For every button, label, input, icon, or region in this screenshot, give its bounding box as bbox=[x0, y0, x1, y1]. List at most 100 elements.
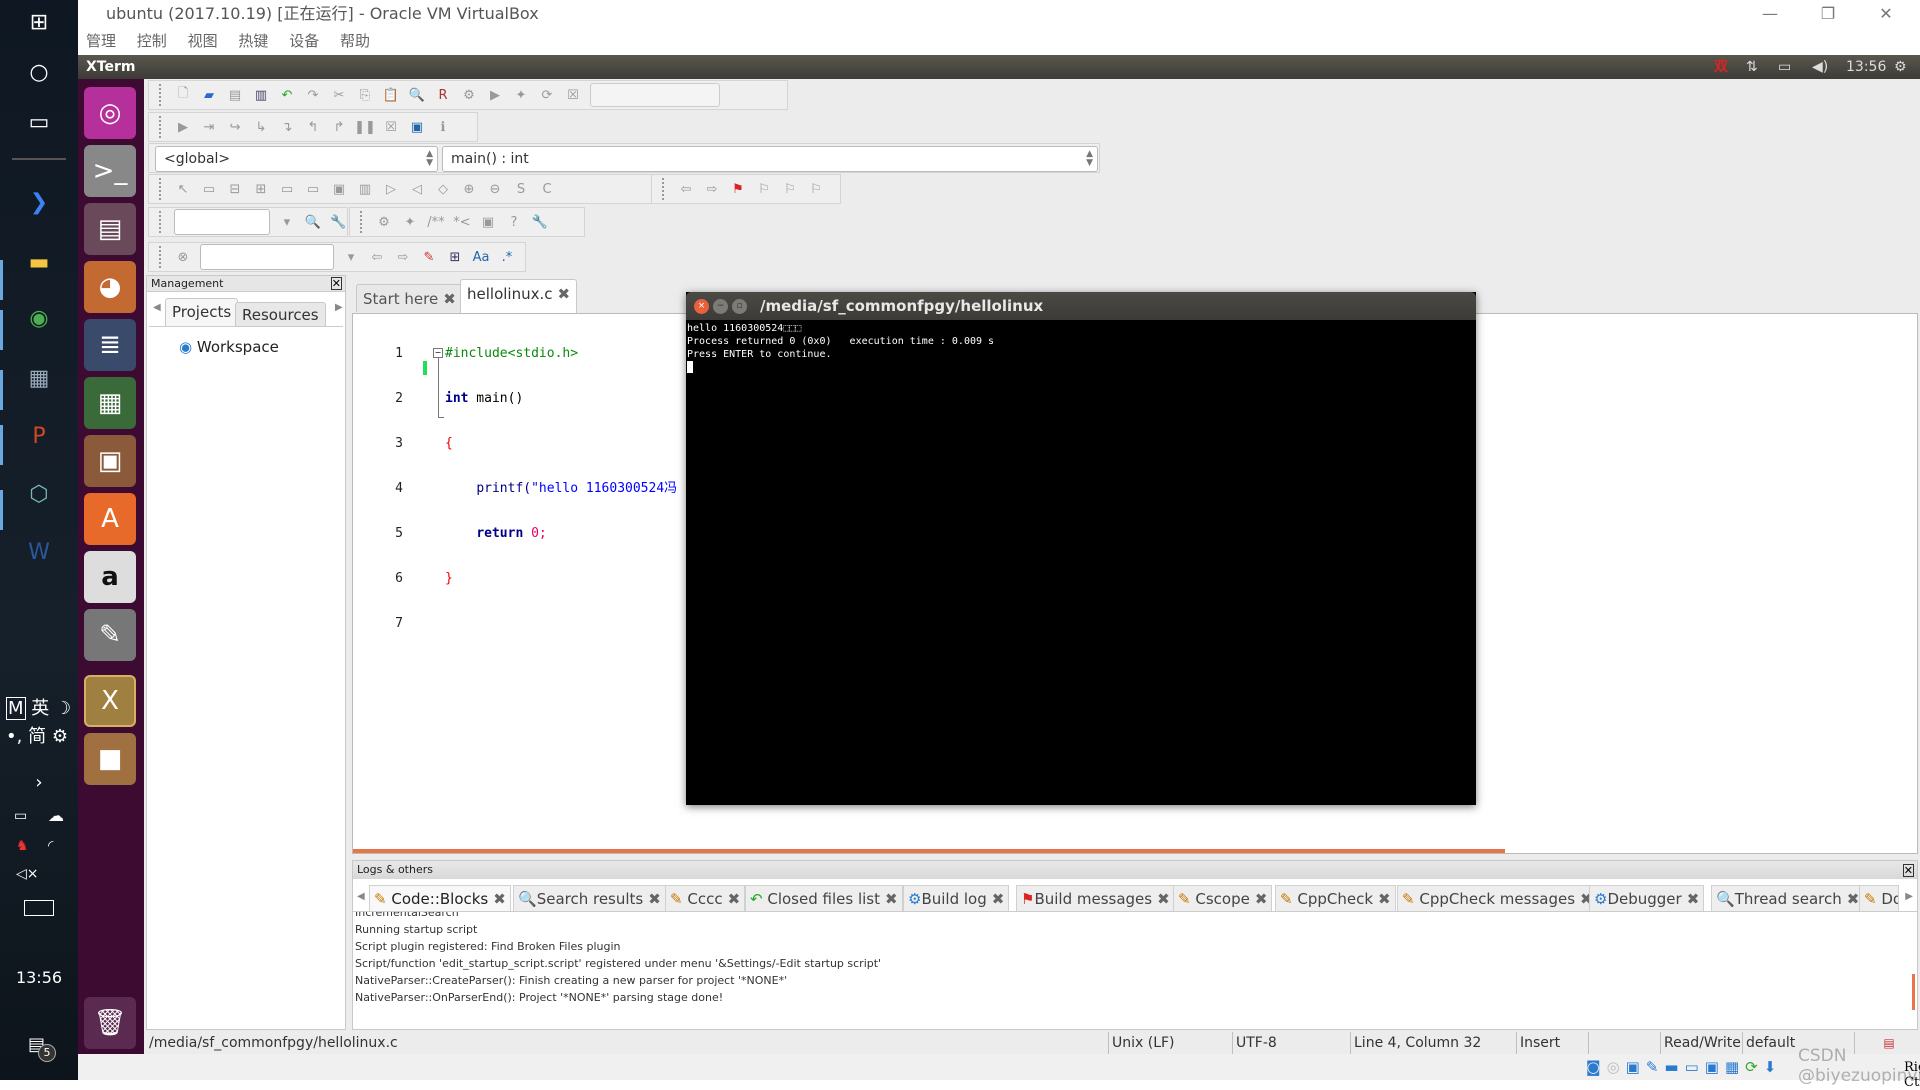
photo-app-icon[interactable]: ▦ bbox=[0, 366, 78, 391]
build-target-select[interactable] bbox=[590, 83, 720, 107]
prev-bookmark-icon[interactable]: ⚐ bbox=[755, 180, 773, 198]
match-case-icon[interactable]: Aa bbox=[472, 248, 490, 266]
clear-search-icon[interactable]: ⊗ bbox=[174, 248, 192, 266]
save-icon[interactable]: ▤ bbox=[226, 86, 244, 104]
layout2-icon[interactable]: ▭ bbox=[304, 180, 322, 198]
files-launcher-icon[interactable]: ▤ bbox=[84, 203, 136, 255]
doxy-run-icon[interactable]: ⚙ bbox=[375, 213, 393, 231]
log-tab-thread-search[interactable]: 🔍Thread search ✖ bbox=[1711, 885, 1865, 911]
replace-icon[interactable]: R bbox=[434, 86, 452, 104]
tabs-scroll-left-icon[interactable]: ◀ bbox=[153, 302, 161, 313]
show-hidden-icons-chevron[interactable]: › bbox=[0, 772, 78, 793]
close-tab-icon[interactable]: ✖ bbox=[1687, 890, 1700, 908]
ubuntu-dash-icon[interactable]: ◎ bbox=[84, 87, 136, 139]
menu-view[interactable]: 视图 bbox=[188, 32, 218, 50]
search-dropdown[interactable]: ▾ bbox=[278, 213, 296, 231]
xterm-launcher-icon[interactable]: X bbox=[84, 675, 136, 727]
log-tab-doxyblocks[interactable]: ✎ Do bbox=[1859, 885, 1899, 911]
close-tab-icon[interactable]: ✖ bbox=[558, 285, 571, 303]
guest-additions-icon[interactable]: ⟳ bbox=[1745, 1058, 1758, 1076]
session-gear-icon[interactable]: ⚙ bbox=[1894, 55, 1907, 79]
ime-settings-icon[interactable]: ⚙ bbox=[52, 726, 68, 747]
software-center-launcher-icon[interactable]: A bbox=[84, 493, 136, 545]
network-adapter-icon[interactable]: ▣ bbox=[1705, 1058, 1719, 1076]
qq-icon[interactable]: ♞ bbox=[16, 838, 29, 854]
close-tab-icon[interactable]: ✖ bbox=[885, 890, 898, 908]
windows-start-icon[interactable]: ⊞ bbox=[0, 10, 78, 35]
impress-launcher-icon[interactable]: ▣ bbox=[84, 435, 136, 487]
s-icon[interactable]: S bbox=[512, 180, 530, 198]
box-icon[interactable]: ▭ bbox=[200, 180, 218, 198]
stop-debug-icon[interactable]: ☒ bbox=[382, 118, 400, 136]
search-icon[interactable]: 🔍 bbox=[304, 213, 322, 231]
fold-toggle-icon[interactable]: − bbox=[433, 348, 443, 358]
log-tab-search-results[interactable]: 🔍Search results ✖ bbox=[513, 885, 666, 911]
terminal-minimize-button[interactable]: − bbox=[713, 299, 728, 314]
open-icon[interactable]: ▰ bbox=[200, 86, 218, 104]
close-tab-icon[interactable]: ✖ bbox=[992, 890, 1005, 908]
function-select[interactable]: main() : int ▲ ▼ bbox=[442, 146, 1098, 172]
tab-hellolinux[interactable]: hellolinux.c ✖ bbox=[460, 279, 578, 313]
split-h-icon[interactable]: ⊟ bbox=[226, 180, 244, 198]
cut-icon[interactable]: ✂ bbox=[330, 86, 348, 104]
calc-launcher-icon[interactable]: ▦ bbox=[84, 377, 136, 429]
display-icon[interactable]: ▭ bbox=[1685, 1058, 1699, 1076]
layout3-icon[interactable]: ▣ bbox=[330, 180, 348, 198]
doxy-chm-icon[interactable]: ? bbox=[505, 213, 523, 231]
step-into-icon[interactable]: ↴ bbox=[278, 118, 296, 136]
border3-icon[interactable]: ◇ bbox=[434, 180, 452, 198]
incremental-search-input[interactable] bbox=[200, 244, 334, 270]
codeblocks-launcher-icon[interactable]: ■ bbox=[84, 733, 136, 785]
toggle-bookmark-icon[interactable]: ⚑ bbox=[729, 180, 747, 198]
back-icon[interactable]: ⇦ bbox=[677, 180, 695, 198]
run-to-cursor-icon[interactable]: ⇥ bbox=[200, 118, 218, 136]
ime-moon-icon[interactable]: ☽ bbox=[55, 698, 71, 719]
doxy-html-icon[interactable]: ▣ bbox=[479, 213, 497, 231]
tabs-scroll-right-icon[interactable]: ▶ bbox=[335, 302, 343, 313]
wifi-icon[interactable]: ◜ bbox=[48, 838, 53, 854]
info-icon[interactable]: ℹ bbox=[434, 118, 452, 136]
settings-launcher-icon[interactable]: ✎ bbox=[84, 609, 136, 661]
workspace-tree-item[interactable]: ◉ Workspace bbox=[179, 338, 279, 356]
volume-muted-icon[interactable]: ◁× bbox=[16, 866, 39, 882]
undo-icon[interactable]: ↶ bbox=[278, 86, 296, 104]
chrome-icon[interactable]: ◉ bbox=[0, 306, 78, 331]
mouse-integration-icon[interactable]: ⬇ bbox=[1764, 1058, 1777, 1076]
close-tab-icon[interactable]: ✖ bbox=[1255, 890, 1268, 908]
ime-script[interactable]: 简 bbox=[28, 726, 46, 747]
management-close-icon[interactable]: ✕ bbox=[330, 277, 342, 290]
search-prev-icon[interactable]: ⇦ bbox=[368, 248, 386, 266]
next-line-icon[interactable]: ↪ bbox=[226, 118, 244, 136]
next-instruction-icon[interactable]: ↳ bbox=[252, 118, 270, 136]
word-icon[interactable]: W bbox=[0, 540, 78, 565]
pointer-icon[interactable]: ↖ bbox=[174, 180, 192, 198]
line-comment-icon[interactable]: *< bbox=[453, 213, 471, 231]
copy-icon[interactable]: ⎘ bbox=[356, 86, 374, 104]
minimize-button[interactable]: — bbox=[1742, 0, 1798, 28]
log-tab-build-log[interactable]: ⚙Build log ✖ bbox=[903, 885, 1010, 911]
c-icon[interactable]: C bbox=[538, 180, 556, 198]
log-tab-cppcheck-messages[interactable]: ✎ CppCheck messages ✖ bbox=[1397, 885, 1598, 911]
menu-help[interactable]: 帮助 bbox=[340, 32, 370, 50]
search-next-icon[interactable]: ⇨ bbox=[394, 248, 412, 266]
menu-hotkey[interactable]: 热键 bbox=[238, 32, 268, 50]
logs-close-icon[interactable]: ✕ bbox=[1902, 864, 1914, 877]
paste-icon[interactable]: 📋 bbox=[382, 86, 400, 104]
menu-control[interactable]: 控制 bbox=[137, 32, 167, 50]
selection-only-icon[interactable]: ⊞ bbox=[446, 248, 464, 266]
menu-devices[interactable]: 设备 bbox=[289, 32, 319, 50]
log-tab-cccc[interactable]: ✎ Cccc ✖ bbox=[665, 885, 746, 911]
doxy-wizard-icon[interactable]: ✦ bbox=[401, 213, 419, 231]
layout4-icon[interactable]: ▥ bbox=[356, 180, 374, 198]
zoom-out-icon[interactable]: ⊖ bbox=[486, 180, 504, 198]
log-tab-closed-files[interactable]: ↶ Closed files list ✖ bbox=[745, 885, 903, 911]
border2-icon[interactable]: ◁ bbox=[408, 180, 426, 198]
ime-punct[interactable]: •, bbox=[6, 726, 22, 747]
debug-windows-icon[interactable]: ▣ bbox=[408, 118, 426, 136]
find-icon[interactable]: 🔍 bbox=[408, 86, 426, 104]
close-tab-icon[interactable]: ✖ bbox=[728, 890, 741, 908]
hard-disk-icon[interactable]: ◙ bbox=[1586, 1058, 1601, 1076]
search-options-icon[interactable]: 🔧 bbox=[329, 213, 347, 231]
firefox-launcher-icon[interactable]: ◕ bbox=[84, 261, 136, 313]
log-tab-build-messages[interactable]: ⚑Build messages ✖ bbox=[1016, 885, 1175, 911]
